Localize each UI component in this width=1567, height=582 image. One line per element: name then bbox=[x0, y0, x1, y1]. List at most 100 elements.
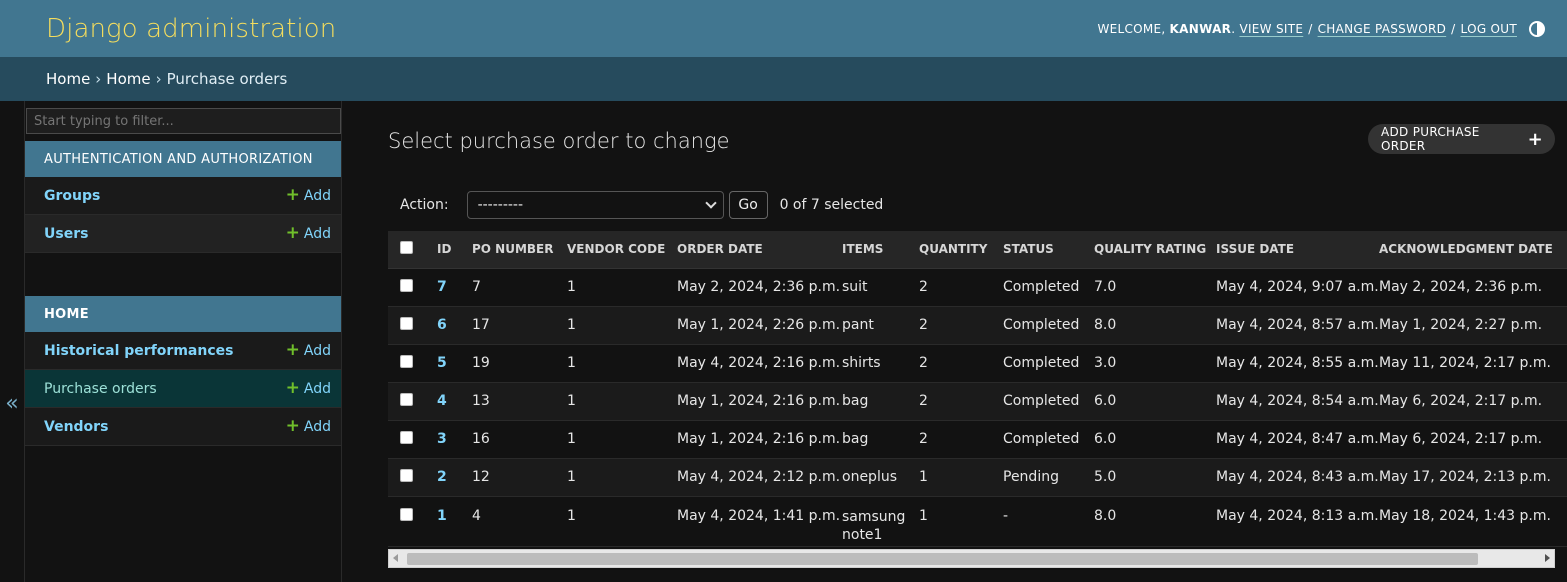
add-button-label[interactable]: ADD PURCHASE ORDER bbox=[1381, 125, 1528, 153]
sidebar-item-purchase-orders[interactable]: Purchase orders + Add bbox=[25, 370, 341, 408]
cell-id[interactable]: 1 bbox=[427, 496, 462, 547]
scroll-left-arrow-icon[interactable] bbox=[393, 554, 398, 562]
row-checkbox[interactable] bbox=[388, 420, 427, 459]
action-select[interactable]: --------- bbox=[466, 191, 724, 219]
column-header-acknowledgment-date[interactable]: ACKNOWLEDGMENT DATE bbox=[1369, 231, 1567, 269]
table-row: 2 12 1 May 4, 2024, 2:12 p.m. oneplus 1 … bbox=[388, 458, 1567, 497]
checkbox[interactable] bbox=[400, 430, 413, 444]
cell-order-date: May 1, 2024, 2:26 p.m. bbox=[667, 306, 840, 345]
cell-status: Completed bbox=[993, 382, 1084, 421]
column-header-vendor-code[interactable]: VENDOR CODE bbox=[557, 231, 667, 269]
checkbox[interactable] bbox=[400, 241, 413, 255]
sidebar-toggle[interactable]: « bbox=[0, 101, 25, 582]
row-checkbox[interactable] bbox=[388, 268, 427, 307]
cell-status: Completed bbox=[993, 268, 1084, 307]
change-password-link[interactable]: CHANGE PASSWORD bbox=[1318, 22, 1447, 36]
welcome-text: WELCOME, bbox=[1097, 21, 1166, 36]
module-caption-auth[interactable]: AUTHENTICATION AND AUTHORIZATION bbox=[25, 141, 341, 177]
sidebar-item-label[interactable]: Vendors bbox=[44, 419, 108, 435]
row-id-link[interactable]: 3 bbox=[437, 431, 447, 447]
cell-id[interactable]: 2 bbox=[427, 458, 462, 497]
column-header-order-date[interactable]: ORDER DATE bbox=[667, 231, 832, 269]
cell-id[interactable]: 6 bbox=[427, 306, 462, 345]
column-header-quality-rating[interactable]: QUALITY RATING bbox=[1084, 231, 1206, 269]
add-vendor-link[interactable]: + Add bbox=[286, 418, 331, 435]
cell-id[interactable]: 7 bbox=[427, 268, 462, 307]
separator: / bbox=[1451, 21, 1456, 36]
action-select-value[interactable]: --------- bbox=[478, 197, 523, 213]
sidebar-item-label[interactable]: Groups bbox=[44, 188, 100, 204]
sidebar-item-vendors[interactable]: Vendors + Add bbox=[25, 408, 341, 446]
add-users-link[interactable]: + Add bbox=[286, 225, 331, 242]
row-id-link[interactable]: 1 bbox=[437, 508, 447, 524]
cell-vendor-code: 1 bbox=[557, 420, 667, 459]
chevron-down-icon[interactable] bbox=[704, 197, 717, 209]
actions-bar: Action: --------- Go 0 of 7 selected bbox=[400, 191, 883, 219]
select-all-checkbox[interactable] bbox=[388, 231, 427, 269]
breadcrumb-separator: › bbox=[95, 70, 102, 88]
row-checkbox[interactable] bbox=[388, 382, 427, 421]
sidebar-item-groups[interactable]: Groups + Add bbox=[25, 177, 341, 215]
contrast-toggle-icon[interactable] bbox=[1529, 20, 1545, 37]
site-branding[interactable]: Django administration bbox=[46, 14, 336, 44]
table-row: 7 7 1 May 2, 2024, 2:36 p.m. suit 2 Comp… bbox=[388, 268, 1567, 307]
cell-acknowledgment-date: May 1, 2024, 2:27 p.m. bbox=[1369, 306, 1567, 345]
checkbox[interactable] bbox=[400, 468, 413, 482]
log-out-link[interactable]: LOG OUT bbox=[1461, 22, 1517, 36]
column-header-items[interactable]: ITEMS bbox=[832, 231, 909, 269]
scrollbar-thumb[interactable] bbox=[407, 553, 1478, 565]
add-historical-performance-link[interactable]: + Add bbox=[286, 342, 331, 359]
row-checkbox[interactable] bbox=[388, 496, 427, 547]
cell-quality-rating: 6.0 bbox=[1084, 382, 1206, 421]
cell-id[interactable]: 4 bbox=[427, 382, 462, 421]
add-purchase-order-link[interactable]: + Add bbox=[286, 380, 331, 397]
module-caption-home[interactable]: HOME bbox=[25, 296, 341, 332]
checkbox[interactable] bbox=[400, 278, 413, 292]
cell-quality-rating: 5.0 bbox=[1084, 458, 1206, 497]
row-id-link[interactable]: 5 bbox=[437, 355, 447, 371]
checkbox[interactable] bbox=[400, 354, 413, 368]
breadcrumb-app-home[interactable]: Home bbox=[106, 70, 150, 88]
cell-id[interactable]: 3 bbox=[427, 420, 462, 459]
column-header-status[interactable]: STATUS bbox=[993, 231, 1084, 269]
breadcrumb-home[interactable]: Home bbox=[46, 70, 90, 88]
plus-icon: + bbox=[285, 223, 300, 243]
column-header-po-number[interactable]: PO NUMBER bbox=[462, 231, 557, 269]
sidebar-item-label[interactable]: Users bbox=[44, 226, 88, 242]
row-checkbox[interactable] bbox=[388, 306, 427, 345]
cell-items: pant bbox=[832, 306, 909, 345]
row-id-link[interactable]: 4 bbox=[437, 393, 447, 409]
column-header-issue-date[interactable]: ISSUE DATE bbox=[1206, 231, 1369, 269]
cell-issue-date: May 4, 2024, 8:47 a.m. bbox=[1206, 420, 1379, 459]
cell-po-number: 12 bbox=[462, 458, 557, 497]
checkbox[interactable] bbox=[400, 507, 413, 521]
cell-id[interactable]: 5 bbox=[427, 344, 462, 383]
sidebar-item-users[interactable]: Users + Add bbox=[25, 215, 341, 253]
row-checkbox[interactable] bbox=[388, 458, 427, 497]
plus-icon: + bbox=[285, 185, 300, 205]
cell-vendor-code: 1 bbox=[557, 382, 667, 421]
scroll-right-arrow-icon[interactable] bbox=[1545, 554, 1550, 562]
add-groups-link[interactable]: + Add bbox=[286, 187, 331, 204]
column-header-id[interactable]: ID bbox=[427, 231, 462, 269]
checkbox[interactable] bbox=[400, 392, 413, 406]
cell-vendor-code: 1 bbox=[557, 306, 667, 345]
sidebar-item-label[interactable]: Purchase orders bbox=[44, 381, 157, 397]
horizontal-scrollbar[interactable] bbox=[388, 549, 1555, 568]
sidebar-item-label[interactable]: Historical performances bbox=[44, 343, 233, 359]
collapse-sidebar-icon[interactable]: « bbox=[5, 391, 18, 416]
row-id-link[interactable]: 6 bbox=[437, 317, 447, 333]
table-row: 5 19 1 May 4, 2024, 2:16 p.m. shirts 2 C… bbox=[388, 344, 1567, 383]
sidebar-filter-input[interactable] bbox=[26, 108, 341, 134]
view-site-link[interactable]: VIEW SITE bbox=[1239, 22, 1303, 36]
cell-acknowledgment-date: May 6, 2024, 2:17 p.m. bbox=[1369, 382, 1567, 421]
checkbox[interactable] bbox=[400, 316, 413, 330]
add-purchase-order-button[interactable]: ADD PURCHASE ORDER + bbox=[1368, 124, 1555, 154]
go-button[interactable]: Go bbox=[728, 191, 768, 219]
row-id-link[interactable]: 7 bbox=[437, 279, 447, 295]
cell-vendor-code: 1 bbox=[557, 268, 667, 307]
sidebar-item-historical-performances[interactable]: Historical performances + Add bbox=[25, 332, 341, 370]
column-header-quantity[interactable]: QUANTITY bbox=[909, 231, 993, 269]
row-checkbox[interactable] bbox=[388, 344, 427, 383]
row-id-link[interactable]: 2 bbox=[437, 469, 447, 485]
